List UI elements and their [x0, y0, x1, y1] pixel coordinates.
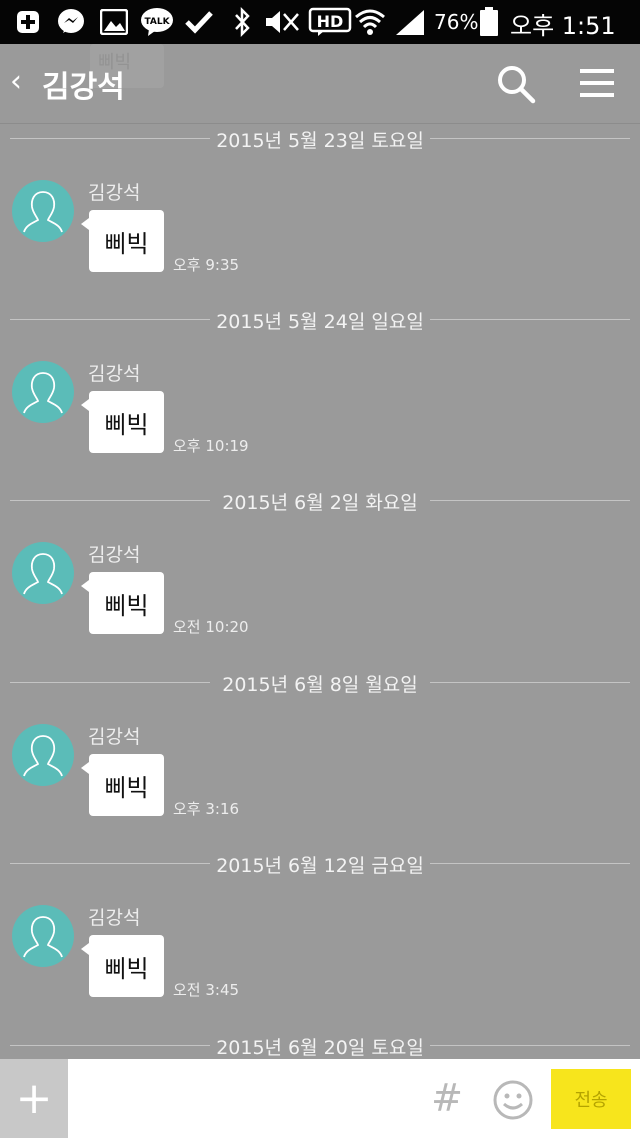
- sender-name: 김강석: [88, 544, 141, 566]
- message-input[interactable]: [76, 1069, 416, 1129]
- message-row: 김강석 삐빅 오후 3:16: [0, 724, 640, 834]
- wifi-icon: [354, 8, 386, 36]
- hd-label: HD: [317, 12, 344, 31]
- date-separator: 2015년 5월 23일 토요일: [10, 124, 630, 154]
- kakaotalk-icon: TALK: [140, 8, 174, 36]
- message-row: 김강석 삐빅 오후 9:35: [0, 180, 640, 290]
- talk-label: TALK: [144, 17, 170, 27]
- messenger-icon: [56, 8, 86, 36]
- message-time: 오전 3:45: [173, 981, 240, 999]
- hd-icon: HD: [308, 7, 352, 36]
- avatar[interactable]: [12, 905, 74, 967]
- battery-icon: [479, 7, 499, 36]
- back-button[interactable]: ‹: [10, 64, 22, 99]
- chat-title: 김강석: [42, 70, 125, 105]
- attach-plus-button[interactable]: +: [0, 1059, 68, 1138]
- message-row: 김강석 삐빅 오후 10:19: [0, 361, 640, 471]
- message-bubble[interactable]: 삐빅: [81, 210, 164, 272]
- date-separator: 2015년 6월 12일 금요일: [10, 849, 630, 879]
- message-row: 김강석 삐빅 오전 3:45: [0, 905, 640, 1015]
- sender-name: 김강석: [88, 907, 141, 929]
- date-separator: 2015년 6월 20일 토요일: [10, 1031, 630, 1061]
- signal-icon: [394, 8, 426, 36]
- search-icon[interactable]: [496, 64, 536, 108]
- message-bubble[interactable]: 삐빅: [81, 572, 164, 634]
- check-icon: [184, 8, 214, 36]
- battery-percent: 76%: [434, 10, 479, 34]
- date-separator: 2015년 6월 2일 화요일: [10, 486, 630, 516]
- avatar[interactable]: [12, 724, 74, 786]
- message-time: 오전 10:20: [173, 618, 249, 636]
- avatar[interactable]: [12, 361, 74, 423]
- mute-icon: [262, 8, 302, 36]
- sender-name: 김강석: [88, 726, 141, 748]
- message-row: 김강석 삐빅 오전 10:20: [0, 542, 640, 652]
- avatar[interactable]: [12, 180, 74, 242]
- message-bubble[interactable]: 삐빅: [81, 935, 164, 997]
- add-icon: [14, 8, 42, 36]
- message-time: 오후 3:16: [173, 800, 240, 818]
- date-separator: 2015년 6월 8일 월요일: [10, 668, 630, 698]
- bluetooth-icon: [232, 7, 252, 37]
- send-button[interactable]: 전송: [551, 1069, 631, 1129]
- clock: 오후 1:51: [510, 12, 616, 40]
- message-time: 오후 9:35: [173, 256, 240, 274]
- hashtag-button[interactable]: #: [430, 1073, 464, 1123]
- gallery-icon: [100, 8, 128, 36]
- chat-header: 삐빅 ‹ 김강석: [0, 44, 640, 124]
- sender-name: 김강석: [88, 363, 141, 385]
- avatar[interactable]: [12, 542, 74, 604]
- message-bubble[interactable]: 삐빅: [81, 391, 164, 453]
- emoticon-icon[interactable]: [492, 1079, 534, 1125]
- sender-name: 김강석: [88, 182, 141, 204]
- status-bar: TALK HD 76% 오후 1:51: [0, 0, 640, 44]
- menu-icon[interactable]: [578, 66, 616, 104]
- message-bubble[interactable]: 삐빅: [81, 754, 164, 816]
- message-time: 오후 10:19: [173, 437, 249, 455]
- date-separator: 2015년 5월 24일 일요일: [10, 305, 630, 335]
- message-input-bar: + # 전송: [0, 1059, 640, 1138]
